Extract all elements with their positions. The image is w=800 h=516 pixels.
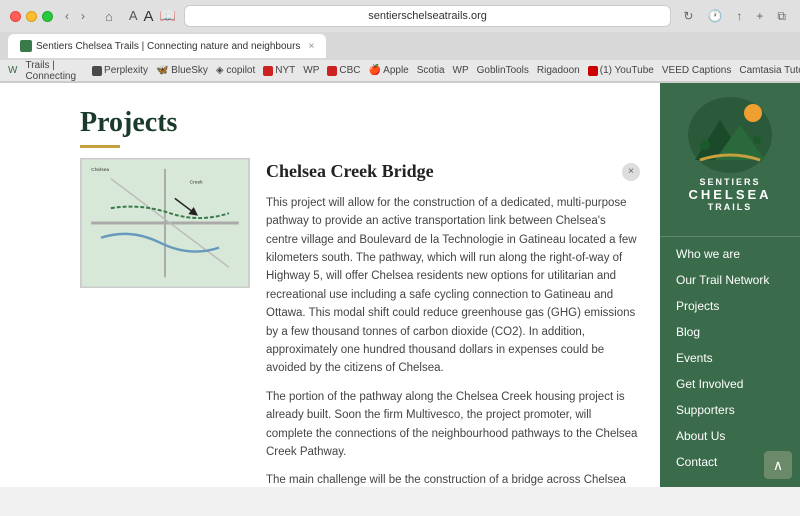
- right-sidebar: SENTIERS CHELSEA TRAILS Who we are Our T…: [660, 83, 800, 487]
- traffic-lights: [10, 11, 53, 22]
- reader-view-button[interactable]: 📖: [160, 8, 176, 25]
- nav-projects[interactable]: Projects: [660, 293, 800, 319]
- forward-button[interactable]: ›: [77, 7, 89, 25]
- close-article-button[interactable]: ×: [622, 163, 640, 181]
- address-bar[interactable]: sentierschelseatrails.org: [184, 5, 672, 27]
- nav-who-we-are[interactable]: Who we are: [660, 241, 800, 267]
- bookmark-bluesky[interactable]: 🦋 BlueSky: [156, 65, 208, 76]
- share-button[interactable]: ↑: [732, 7, 746, 25]
- bookmark-cbc[interactable]: CBC: [327, 65, 360, 76]
- nav-about-us[interactable]: About Us: [660, 423, 800, 449]
- bookmark-apple[interactable]: 🍎 Apple: [368, 65, 408, 76]
- browser-chrome: ‹ › ⌂ A A 📖 sentierschelseatrails.org ↻ …: [0, 0, 800, 83]
- clock-button[interactable]: 🕐: [703, 7, 726, 25]
- tab-bar: Sentiers Chelsea Trails | Connecting nat…: [0, 32, 800, 60]
- scroll-to-top-button[interactable]: ∧: [764, 451, 792, 479]
- bookmark-scotia[interactable]: Scotia: [417, 65, 445, 76]
- active-tab[interactable]: Sentiers Chelsea Trails | Connecting nat…: [8, 34, 326, 58]
- perplexity-icon: [92, 66, 102, 76]
- nav-events[interactable]: Events: [660, 345, 800, 371]
- bookmark-perplexity[interactable]: Perplexity: [92, 65, 148, 76]
- cbc-icon: [327, 66, 337, 76]
- refresh-button[interactable]: ↻: [679, 7, 697, 25]
- nav-trail-network[interactable]: Our Trail Network: [660, 267, 800, 293]
- home-button[interactable]: ⌂: [101, 7, 117, 26]
- article-title-row: Chelsea Creek Bridge ×: [266, 158, 640, 186]
- page-content: Projects: [0, 83, 800, 487]
- nav-supporters[interactable]: Supporters: [660, 397, 800, 423]
- scroll-up-icon: ∧: [773, 457, 783, 474]
- article-text: This project will allow for the construc…: [266, 194, 640, 487]
- bookmark-rigadoon[interactable]: Rigadoon: [537, 65, 580, 76]
- article-paragraph-1: This project will allow for the construc…: [266, 194, 640, 378]
- bookmark-wp[interactable]: WP: [303, 65, 319, 76]
- nav-get-involved[interactable]: Get Involved: [660, 371, 800, 397]
- maximize-window-button[interactable]: [42, 11, 53, 22]
- bookmark-nyt[interactable]: NYT: [263, 65, 295, 76]
- logo-area: SENTIERS CHELSEA TRAILS: [660, 83, 800, 224]
- logo-chelsea-text: CHELSEA: [688, 187, 771, 202]
- article-paragraph-2: The portion of the pathway along the Che…: [266, 388, 640, 462]
- new-tab-button[interactable]: +: [752, 7, 767, 25]
- bookmark-goblintools[interactable]: GoblinTools: [477, 65, 529, 76]
- tab-favicon: [20, 40, 32, 52]
- minimize-window-button[interactable]: [26, 11, 37, 22]
- breadcrumb-tab-label: Sentiers Chelsea Trails | Connecting nat…: [25, 60, 76, 82]
- font-size-small-button[interactable]: A: [129, 8, 138, 25]
- close-window-button[interactable]: [10, 11, 21, 22]
- nav-menu: Who we are Our Trail Network Projects Bl…: [660, 224, 800, 483]
- logo-trails-text: TRAILS: [708, 202, 753, 212]
- article-paragraph-3: The main challenge will be the construct…: [266, 471, 640, 487]
- font-size-large-button[interactable]: A: [144, 8, 154, 25]
- tab-close-icon[interactable]: ×: [308, 41, 314, 52]
- bookmark-veed[interactable]: VEED Captions: [662, 65, 731, 76]
- browser-controls: ‹ ›: [61, 7, 89, 25]
- bookmark-copilot[interactable]: ◈ copilot: [216, 65, 255, 76]
- back-button[interactable]: ‹: [61, 7, 73, 25]
- tab-label: Sentiers Chelsea Trails | Connecting nat…: [36, 41, 300, 52]
- article-title: Chelsea Creek Bridge: [266, 158, 434, 186]
- window-button[interactable]: ⧉: [773, 7, 790, 26]
- nav-divider-top: [660, 236, 800, 237]
- map-image: Chelsea Creek: [81, 159, 249, 287]
- bookmark-wp2[interactable]: WP: [453, 65, 469, 76]
- svg-text:Creek: Creek: [190, 180, 204, 186]
- wp-icon: W: [8, 65, 17, 76]
- bookmark-camtasia[interactable]: Camtasia Tutorials: [739, 65, 800, 76]
- projects-header: Projects: [60, 83, 660, 158]
- map-thumbnail: Chelsea Creek: [80, 158, 250, 288]
- url-display: sentierschelseatrails.org: [368, 10, 487, 22]
- bookmark-youtube[interactable]: (1) YouTube: [588, 65, 654, 76]
- titlebar: ‹ › ⌂ A A 📖 sentierschelseatrails.org ↻ …: [0, 0, 800, 32]
- bookmarks-bar: W Sentiers Chelsea Trails | Connecting n…: [0, 60, 800, 82]
- logo-image: [685, 95, 775, 175]
- left-space: [0, 83, 60, 487]
- title-underline: [80, 145, 120, 148]
- nav-blog[interactable]: Blog: [660, 319, 800, 345]
- content-row: Chelsea Creek Chelsea Creek Bridge × Thi…: [60, 158, 660, 487]
- page-title: Projects: [80, 107, 640, 139]
- svg-text:Chelsea: Chelsea: [91, 167, 109, 173]
- nyt-icon: [263, 66, 273, 76]
- article-content: Chelsea Creek Bridge × This project will…: [266, 158, 640, 487]
- youtube-icon: [588, 66, 598, 76]
- logo-sentiers-text: SENTIERS: [699, 177, 760, 187]
- main-area: Projects: [60, 83, 660, 487]
